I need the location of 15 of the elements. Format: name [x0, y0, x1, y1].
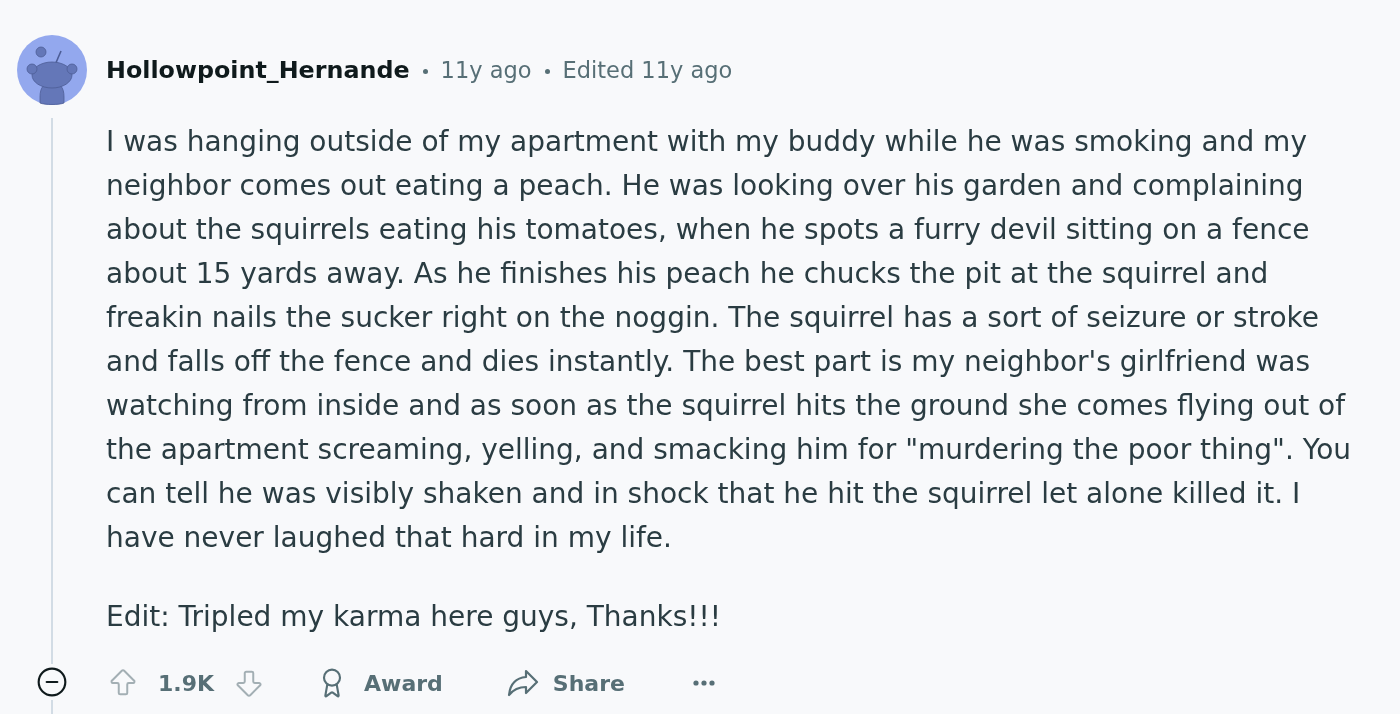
share-arrow-icon — [506, 669, 539, 697]
separator-dot-icon — [544, 68, 550, 74]
more-options-icon — [692, 680, 715, 686]
edited-time: Edited 11y ago — [562, 56, 733, 86]
username[interactable]: Hollowpoint_Hernande — [106, 53, 410, 89]
post-time: 11y ago — [440, 56, 532, 86]
collapse-button[interactable] — [36, 666, 68, 698]
comment-paragraph: Edit: Tripled my karma here guys, Thanks!!! — [106, 599, 722, 635]
avatar-icon — [17, 35, 87, 105]
separator-dot-icon — [422, 68, 428, 74]
comment-paragraph: I was hanging outside of my apartment with my buddy while he was smoking and my neighbor comes out eating a peach. He was looking over his garden and complaining about the squirrels eating his tomatoes, when he spots a furry devil sitting on a fence about 15 yards away. As he finishes his peach he chucks the pit at the squirrel and freakin nails the sucker right on the noggin. The squirrel has a sort of seizure or stroke and falls off the fence and dies instantly. The best part is my neighbor's girlfriend was watching from inside and as soon as the squirrel hits the ground she comes flying out of the apartment screaming, yelling, and smacking him for "murdering the poor thing". You can tell he was visibly shaken and in shock that he hit the squirrel let alone killed it. I have never laughed that hard in my life. — [106, 124, 1353, 556]
award-button[interactable]: Award — [316, 666, 443, 700]
vote-score: 1.9K — [158, 669, 215, 698]
collapse-icon — [36, 666, 68, 698]
share-button[interactable]: Share — [506, 666, 625, 700]
